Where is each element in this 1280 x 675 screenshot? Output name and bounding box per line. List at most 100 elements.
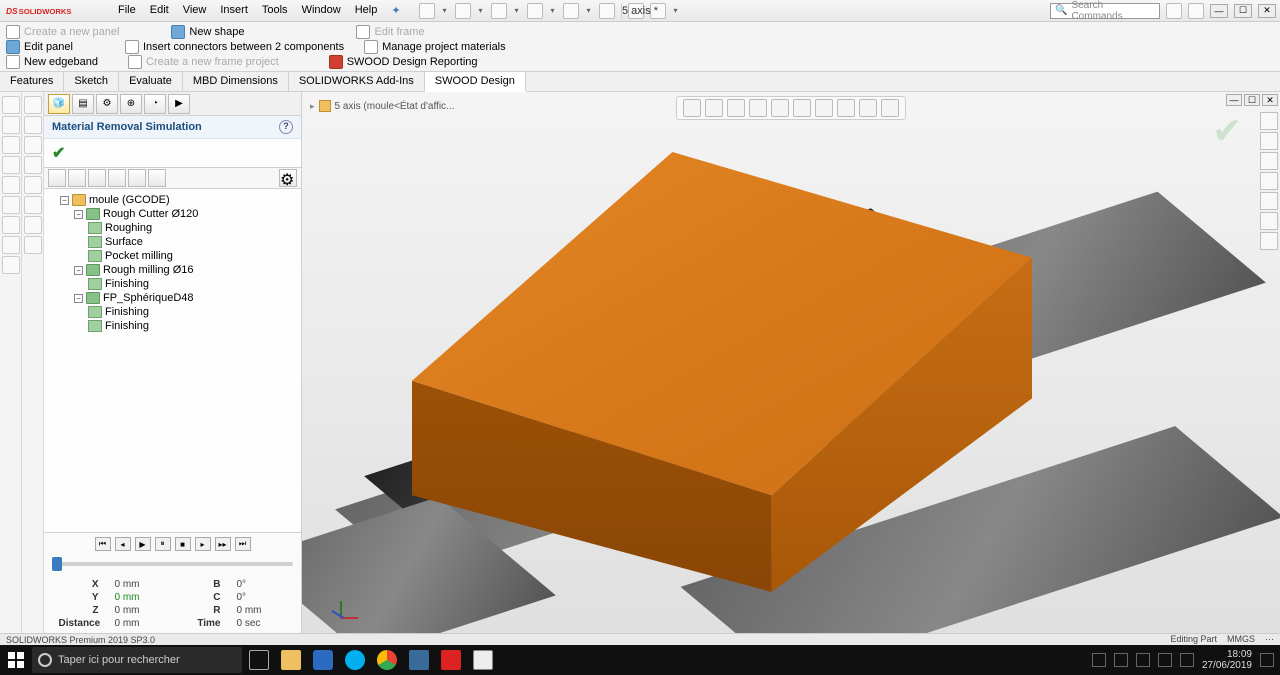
open-icon[interactable] bbox=[455, 3, 471, 19]
help-icon[interactable] bbox=[1188, 3, 1204, 19]
menu-view[interactable]: View bbox=[177, 2, 213, 19]
print-icon[interactable] bbox=[527, 3, 543, 19]
vt1-btn[interactable] bbox=[2, 216, 20, 234]
tray-people-icon[interactable] bbox=[1114, 653, 1128, 667]
graphics-viewport[interactable]: — ☐ ✕ ▸ 5 axis (moule<État d'affic... bbox=[302, 92, 1280, 633]
save-dropdown-icon[interactable]: ▾ bbox=[513, 3, 521, 19]
collapse-icon[interactable]: − bbox=[74, 210, 83, 219]
vt2-btn[interactable] bbox=[24, 236, 42, 254]
file-explorer-icon[interactable] bbox=[276, 646, 306, 674]
sim-tb-btn[interactable] bbox=[128, 169, 146, 187]
tree-tool-node[interactable]: − Rough Cutter Ø120 bbox=[48, 207, 297, 221]
vt1-btn[interactable] bbox=[2, 156, 20, 174]
tree-op-node[interactable]: Pocket milling bbox=[48, 249, 297, 263]
vt2-btn[interactable] bbox=[24, 176, 42, 194]
taskbar-clock[interactable]: 18:09 27/06/2019 bbox=[1202, 649, 1252, 671]
panel-help-icon[interactable]: ? bbox=[279, 120, 293, 134]
vt2-btn[interactable] bbox=[24, 136, 42, 154]
tab-mbd[interactable]: MBD Dimensions bbox=[183, 72, 289, 91]
solidworks-task-icon[interactable] bbox=[436, 646, 466, 674]
app-icon-2[interactable] bbox=[468, 646, 498, 674]
search-commands-input[interactable]: 🔍 Search Commands bbox=[1050, 3, 1160, 19]
vt1-btn[interactable] bbox=[2, 116, 20, 134]
collapse-icon[interactable]: − bbox=[74, 294, 83, 303]
redo-icon[interactable] bbox=[599, 3, 615, 19]
vt2-btn[interactable] bbox=[24, 96, 42, 114]
tab-addins[interactable]: SOLIDWORKS Add-Ins bbox=[289, 72, 425, 91]
vt2-btn[interactable] bbox=[24, 216, 42, 234]
edge-icon[interactable] bbox=[308, 646, 338, 674]
fm-tab-display-icon[interactable]: ◔ bbox=[144, 94, 166, 114]
vt2-btn[interactable] bbox=[24, 116, 42, 134]
vt1-btn[interactable] bbox=[2, 136, 20, 154]
sim-prev-button[interactable]: ◂ bbox=[115, 537, 131, 551]
collapse-icon[interactable]: − bbox=[60, 196, 69, 205]
status-units[interactable]: MMGS bbox=[1227, 634, 1255, 645]
cmd-swood-reporting[interactable]: SWOOD Design Reporting bbox=[327, 55, 480, 69]
tree-op-node[interactable]: Finishing bbox=[48, 277, 297, 291]
action-center-icon[interactable] bbox=[1260, 653, 1274, 667]
collapse-icon[interactable]: − bbox=[74, 266, 83, 275]
minimize-button[interactable]: — bbox=[1210, 4, 1228, 18]
sim-tb-btn[interactable] bbox=[68, 169, 86, 187]
maximize-button[interactable]: ☐ bbox=[1234, 4, 1252, 18]
tree-op-node[interactable]: Roughing bbox=[48, 221, 297, 235]
tray-volume-icon[interactable] bbox=[1158, 653, 1172, 667]
app-icon[interactable] bbox=[404, 646, 434, 674]
accept-button[interactable]: ✔ bbox=[44, 139, 301, 167]
sim-settings-icon[interactable]: ⚙ bbox=[279, 169, 297, 187]
sim-pause-button[interactable]: ⏸ bbox=[155, 537, 171, 551]
tree-op-node[interactable]: Finishing bbox=[48, 305, 297, 319]
fm-tab-cam-icon[interactable]: ▶ bbox=[168, 94, 190, 114]
fm-tab-feature-tree-icon[interactable]: 🧊 bbox=[48, 94, 70, 114]
vt1-btn[interactable] bbox=[2, 236, 20, 254]
fm-tab-config-icon[interactable]: ⚙ bbox=[96, 94, 118, 114]
cmd-new-shape[interactable]: New shape bbox=[169, 25, 246, 39]
menu-tools[interactable]: Tools bbox=[256, 2, 294, 19]
tab-evaluate[interactable]: Evaluate bbox=[119, 72, 183, 91]
menu-file[interactable]: File bbox=[112, 2, 142, 19]
open-dropdown-icon[interactable]: ▾ bbox=[477, 3, 485, 19]
options-dropdown-icon[interactable]: ▾ bbox=[672, 3, 680, 19]
undo-icon[interactable] bbox=[563, 3, 579, 19]
save-icon[interactable] bbox=[491, 3, 507, 19]
tree-op-node[interactable]: Finishing bbox=[48, 319, 297, 333]
menu-window[interactable]: Window bbox=[296, 2, 347, 19]
vt1-btn[interactable] bbox=[2, 176, 20, 194]
fm-tab-dim-icon[interactable]: ⊕ bbox=[120, 94, 142, 114]
sim-progress-slider[interactable] bbox=[52, 555, 293, 573]
status-custom-icon[interactable]: ⋯ bbox=[1265, 634, 1274, 645]
sim-first-button[interactable]: ⏮ bbox=[95, 537, 111, 551]
sim-fwd-button[interactable]: ▸▸ bbox=[215, 537, 231, 551]
tree-op-node[interactable]: Surface bbox=[48, 235, 297, 249]
new-dropdown-icon[interactable]: ▾ bbox=[441, 3, 449, 19]
tab-swood-design[interactable]: SWOOD Design bbox=[425, 72, 526, 92]
sim-next-button[interactable]: ▸ bbox=[195, 537, 211, 551]
chrome-icon[interactable] bbox=[372, 646, 402, 674]
user-icon[interactable] bbox=[1166, 3, 1182, 19]
vt2-btn[interactable] bbox=[24, 196, 42, 214]
menu-insert[interactable]: Insert bbox=[214, 2, 254, 19]
close-button[interactable]: ✕ bbox=[1258, 4, 1276, 18]
sim-tb-btn[interactable] bbox=[108, 169, 126, 187]
tree-root[interactable]: − moule (GCODE) bbox=[48, 193, 297, 207]
start-button[interactable] bbox=[2, 646, 30, 674]
vt2-btn[interactable] bbox=[24, 156, 42, 174]
sim-tb-btn[interactable] bbox=[88, 169, 106, 187]
sim-stop-button[interactable]: ■ bbox=[175, 537, 191, 551]
tree-tool-node[interactable]: − Rough milling Ø16 bbox=[48, 263, 297, 277]
menu-edit[interactable]: Edit bbox=[144, 2, 175, 19]
menu-search-icon[interactable]: ✦ bbox=[385, 2, 406, 19]
menu-help[interactable]: Help bbox=[349, 2, 384, 19]
cmd-edit-panel[interactable]: Edit panel bbox=[4, 40, 75, 54]
cmd-manage-materials[interactable]: Manage project materials bbox=[362, 40, 508, 54]
tray-up-icon[interactable] bbox=[1092, 653, 1106, 667]
task-view-icon[interactable] bbox=[244, 646, 274, 674]
sim-tb-btn[interactable] bbox=[48, 169, 66, 187]
print-dropdown-icon[interactable]: ▾ bbox=[549, 3, 557, 19]
slider-thumb[interactable] bbox=[52, 557, 62, 571]
taskbar-search[interactable]: Taper ici pour rechercher bbox=[32, 647, 242, 673]
undo-dropdown-icon[interactable]: ▾ bbox=[585, 3, 593, 19]
vt1-btn[interactable] bbox=[2, 96, 20, 114]
sim-last-button[interactable]: ⏭ bbox=[235, 537, 251, 551]
